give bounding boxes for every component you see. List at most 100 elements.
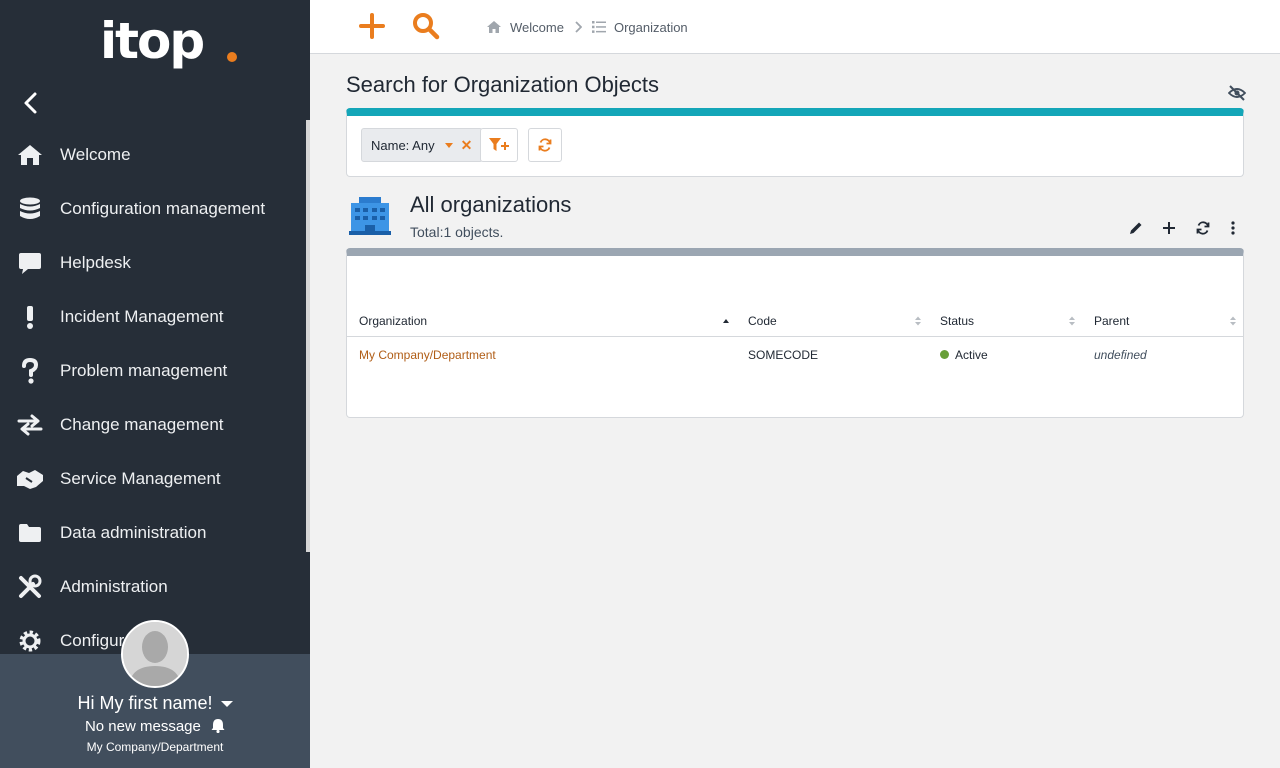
breadcrumb: Welcome Organization: [486, 17, 688, 37]
search-criterion-name[interactable]: Name: Any ✕: [361, 128, 484, 162]
results-table: Organization Code Status Parent My Compa…: [347, 306, 1243, 374]
sidebar-item-label: Incident Management: [60, 307, 224, 326]
column-header-label: Code: [748, 313, 777, 328]
chevron-right-icon: [574, 21, 582, 33]
results-title: All organizations: [410, 192, 572, 217]
column-header-label: Organization: [359, 313, 428, 328]
new-object-button[interactable]: [358, 12, 386, 40]
question-icon: [16, 357, 44, 385]
search-panel: Name: Any ✕: [346, 108, 1244, 177]
user-organization: My Company/Department: [86, 740, 224, 754]
caret-down-icon[interactable]: [444, 142, 453, 148]
sidebar-item-change-management[interactable]: Change management: [0, 398, 306, 452]
gear-icon: [16, 627, 44, 655]
refresh-list-button[interactable]: [1194, 219, 1212, 237]
tools-icon: [16, 573, 44, 601]
sidebar-item-administration[interactable]: Administration: [0, 560, 306, 614]
sidebar-item-label: Welcome: [60, 145, 131, 164]
column-header-label: Status: [940, 313, 975, 328]
criterion-label: Name: Any: [371, 137, 435, 153]
sidebar-menu: Welcome Configuration management Helpdes…: [0, 128, 306, 668]
user-avatar[interactable]: [121, 620, 189, 688]
add-object-button[interactable]: [1160, 219, 1178, 237]
avatar-silhouette-icon: [123, 622, 187, 686]
vertical-ellipsis-icon: [1231, 221, 1235, 235]
sidebar-item-welcome[interactable]: Welcome: [0, 128, 306, 182]
sidebar-item-problem-management[interactable]: Problem management: [0, 344, 306, 398]
more-actions-button[interactable]: [1224, 219, 1242, 237]
refresh-icon: [538, 138, 552, 152]
folder-icon: [16, 519, 44, 547]
status-active-dot-icon: [940, 350, 949, 360]
sidebar-item-label: Helpdesk: [60, 253, 131, 272]
exclamation-icon: [16, 303, 44, 331]
bell-icon: [211, 719, 225, 734]
organization-building-icon: [349, 195, 391, 237]
sidebar-item-service-management[interactable]: Service Management: [0, 452, 306, 506]
sidebar-item-data-administration[interactable]: Data administration: [0, 506, 306, 560]
add-criterion-button[interactable]: [480, 128, 518, 162]
handshake-icon: [16, 465, 44, 493]
sidebar-item-incident-management[interactable]: Incident Management: [0, 290, 306, 344]
column-header-code[interactable]: Code: [736, 306, 928, 337]
cell-status: Active: [928, 336, 1082, 374]
column-header-status[interactable]: Status: [928, 306, 1082, 337]
cell-code: SOMECODE: [748, 348, 819, 363]
itop-logo[interactable]: itop: [100, 10, 240, 80]
user-greeting-text: Hi My first name!: [77, 693, 213, 713]
breadcrumb-item-organization[interactable]: Organization: [591, 19, 688, 35]
filter-plus-icon: [489, 138, 509, 151]
sidebar-item-label: Configur: [60, 631, 125, 650]
sidebar-item-label: Change management: [60, 415, 224, 434]
sidebar: itop Welcome Configuration management He…: [0, 0, 310, 768]
database-icon: [16, 195, 44, 223]
sort-icon: [1230, 316, 1236, 326]
breadcrumb-label: Welcome: [510, 19, 564, 35]
search-title: Search for Organization Objects: [346, 72, 660, 97]
cell-organization-link[interactable]: My Company/Department: [347, 336, 736, 374]
chevron-left-icon: [24, 92, 37, 114]
hide-search-button[interactable]: [1227, 84, 1247, 102]
refresh-search-button[interactable]: [528, 128, 562, 162]
home-icon: [487, 21, 501, 33]
edit-button[interactable]: [1127, 219, 1145, 237]
collapse-sidebar-button[interactable]: [18, 90, 44, 116]
sort-icon: [1069, 316, 1075, 326]
sidebar-scrollbar[interactable]: [306, 120, 310, 552]
table-row[interactable]: My Company/Department SOMECODE Active un…: [347, 336, 1243, 374]
refresh-icon: [1196, 221, 1210, 235]
sidebar-item-label: Problem management: [60, 361, 228, 380]
user-greeting[interactable]: Hi My first name!: [0, 693, 310, 714]
sidebar-item-helpdesk[interactable]: Helpdesk: [0, 236, 306, 290]
search-icon: [413, 13, 440, 40]
sidebar-item-label: Configuration management: [60, 199, 266, 218]
column-header-parent[interactable]: Parent: [1082, 306, 1243, 337]
speech-bubble-icon: [16, 249, 44, 277]
home-icon: [16, 141, 44, 169]
column-header-organization[interactable]: Organization: [347, 306, 736, 337]
breadcrumb-item-welcome[interactable]: Welcome: [486, 20, 564, 35]
chevron-down-icon[interactable]: [220, 701, 233, 708]
eye-slash-icon: [1227, 85, 1247, 101]
list-icon: [591, 21, 606, 33]
sidebar-item-configuration-management[interactable]: Configuration management: [0, 182, 306, 236]
pencil-icon: [1130, 222, 1142, 234]
sidebar-item-label: Administration: [60, 577, 168, 596]
plus-icon: [1163, 222, 1175, 234]
results-panel: Organization Code Status Parent My Compa…: [346, 248, 1244, 418]
global-search-button[interactable]: [412, 12, 440, 40]
sidebar-item-label: Service Management: [60, 469, 221, 488]
logo-text: itop: [100, 12, 205, 70]
user-messages[interactable]: No new message: [0, 718, 310, 735]
breadcrumb-label: Organization: [613, 19, 688, 35]
status-label: Active: [955, 348, 988, 363]
logo-dot: [227, 52, 237, 62]
sort-ascending-icon: [723, 319, 729, 323]
table-header-row: Organization Code Status Parent: [347, 306, 1243, 337]
column-header-label: Parent: [1094, 313, 1130, 328]
top-bar: Welcome Organization: [310, 0, 1280, 54]
sidebar-item-label: Data administration: [60, 523, 207, 542]
messages-text: No new message: [84, 718, 201, 735]
cell-parent: undefined: [1094, 348, 1147, 363]
remove-criterion-icon[interactable]: ✕: [461, 137, 473, 154]
